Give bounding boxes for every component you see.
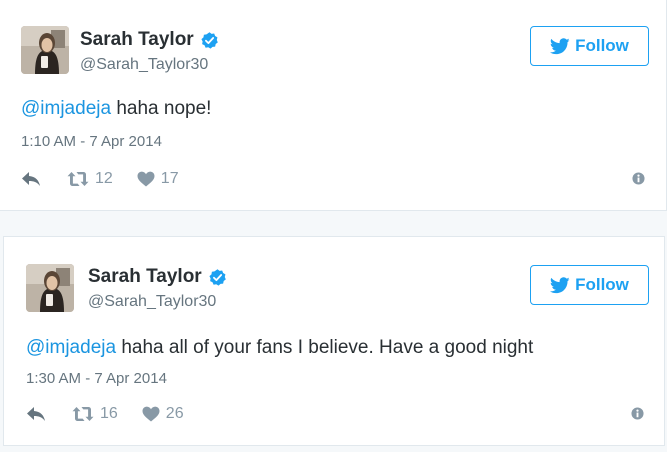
- display-name[interactable]: Sarah Taylor: [80, 28, 194, 52]
- tweet-body: haha all of your fans I believe. Have a …: [116, 337, 534, 358]
- info-icon[interactable]: [632, 172, 645, 185]
- retweet-button[interactable]: 16: [72, 405, 118, 423]
- verified-badge-icon: [208, 268, 227, 287]
- retweet-button[interactable]: 12: [67, 170, 113, 188]
- like-button[interactable]: 17: [137, 170, 179, 188]
- avatar[interactable]: [26, 264, 74, 312]
- like-count: 17: [160, 170, 179, 187]
- tweet-text: @imjadeja haha all of your fans I believ…: [26, 335, 533, 361]
- author-handle[interactable]: @Sarah_Taylor30: [88, 292, 227, 312]
- follow-label: Follow: [575, 36, 629, 55]
- author-handle[interactable]: @Sarah_Taylor30: [80, 55, 219, 75]
- heart-icon: [142, 406, 160, 422]
- avatar[interactable]: [21, 26, 69, 74]
- retweet-icon: [72, 407, 94, 421]
- reply-button[interactable]: [26, 406, 46, 422]
- tweet-actions: 12 17: [21, 168, 179, 190]
- tweet-card: Sarah Taylor @Sarah_Taylor30 Follow @imj…: [0, 0, 667, 211]
- info-icon[interactable]: [631, 407, 644, 420]
- display-name[interactable]: Sarah Taylor: [88, 265, 202, 289]
- twitter-bird-icon: [550, 37, 570, 55]
- tweet-card: Sarah Taylor @Sarah_Taylor30 Follow @imj…: [3, 236, 665, 446]
- twitter-bird-icon: [550, 276, 570, 294]
- tweet-timestamp[interactable]: 1:30 AM - 7 Apr 2014: [26, 369, 167, 389]
- like-button[interactable]: 26: [142, 405, 184, 423]
- follow-button[interactable]: Follow: [530, 26, 649, 66]
- retweet-count: 16: [100, 405, 118, 422]
- tweet-actions: 16 26: [26, 403, 184, 425]
- tweet-text: @imjadeja haha nope!: [21, 96, 211, 122]
- author-block: Sarah Taylor @Sarah_Taylor30: [88, 265, 227, 312]
- reply-icon: [27, 407, 45, 421]
- heart-icon: [137, 171, 155, 187]
- mention-link[interactable]: @imjadeja: [26, 337, 116, 358]
- like-count: 26: [165, 405, 184, 422]
- reply-icon: [22, 172, 40, 186]
- follow-button[interactable]: Follow: [530, 265, 649, 305]
- tweet-timestamp[interactable]: 1:10 AM - 7 Apr 2014: [21, 132, 162, 152]
- mention-link[interactable]: @imjadeja: [21, 98, 111, 119]
- follow-label: Follow: [575, 275, 629, 294]
- author-block: Sarah Taylor @Sarah_Taylor30: [80, 28, 219, 75]
- retweet-count: 12: [95, 170, 113, 187]
- reply-button[interactable]: [21, 171, 41, 187]
- retweet-icon: [67, 172, 89, 186]
- tweet-body: haha nope!: [111, 98, 212, 119]
- verified-badge-icon: [200, 31, 219, 50]
